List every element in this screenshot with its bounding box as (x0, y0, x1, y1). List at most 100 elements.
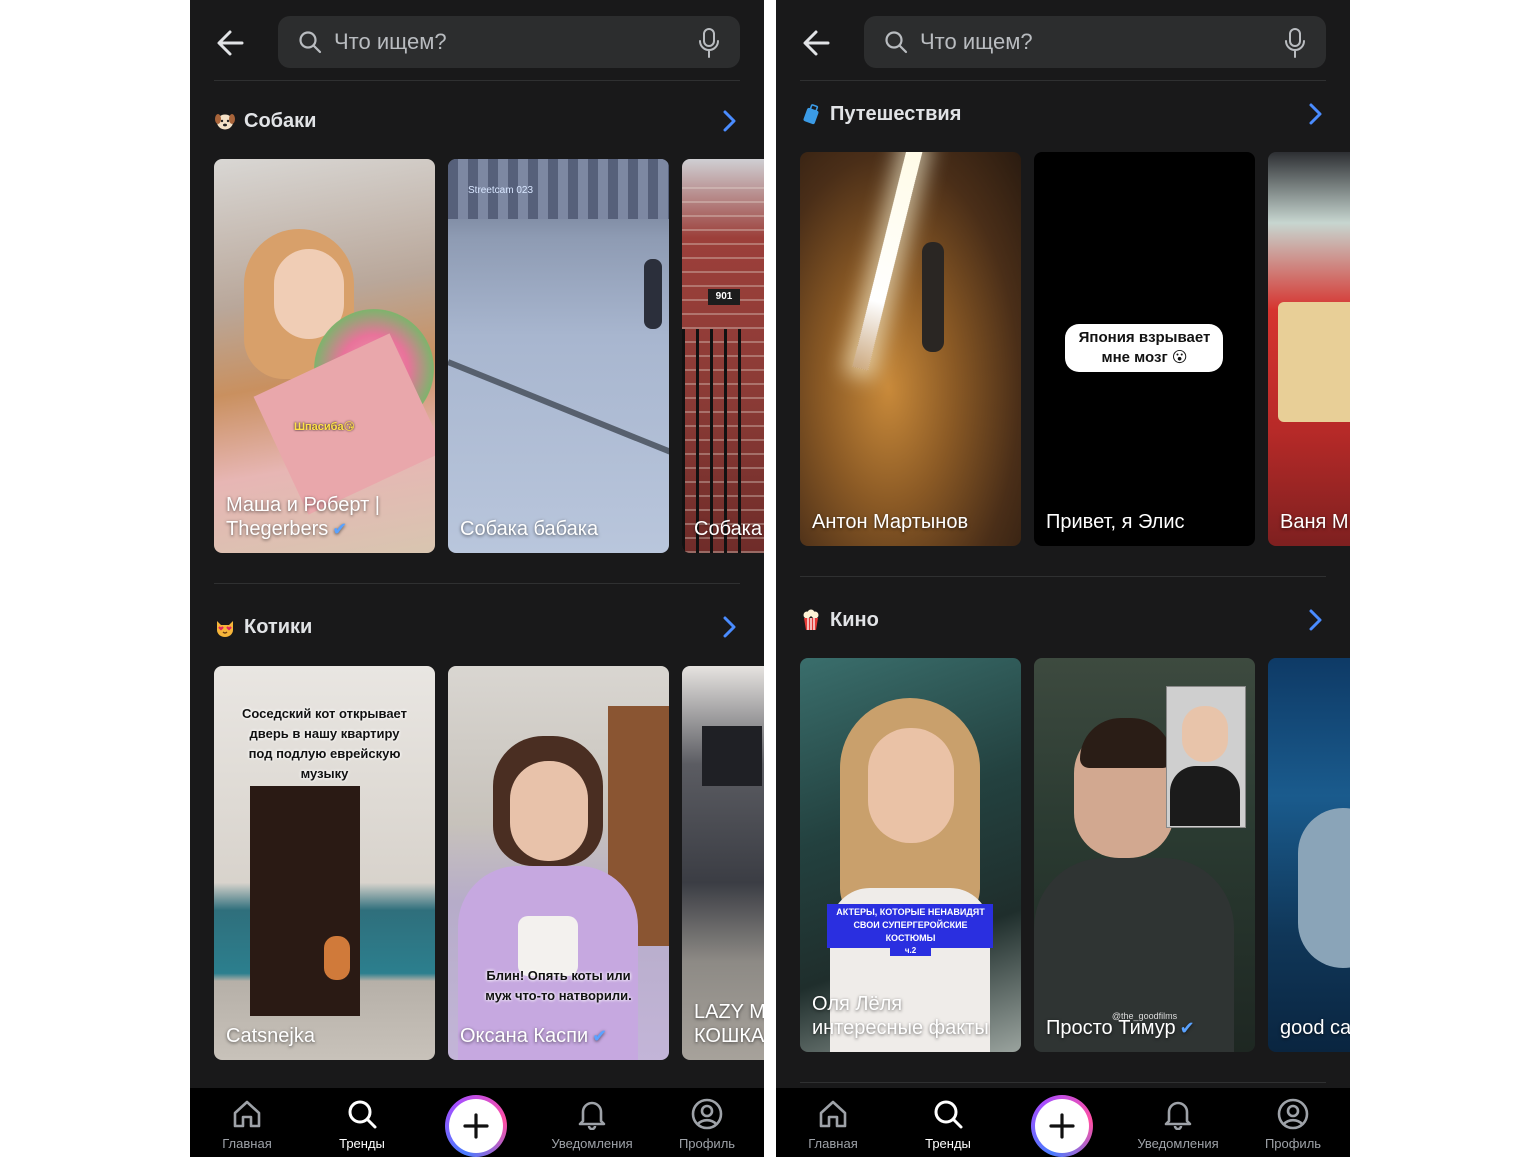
back-arrow-icon[interactable] (798, 24, 836, 62)
nav-label: Профиль (678, 1136, 736, 1151)
divider (800, 1082, 1326, 1083)
profile-icon (691, 1098, 723, 1130)
caption-text: Антон Мартынов (812, 511, 969, 533)
chevron-right-icon[interactable] (1308, 102, 1324, 126)
microphone-icon[interactable] (1284, 28, 1306, 58)
nav-profile[interactable]: Профиль (1243, 1088, 1343, 1157)
bell-icon (578, 1101, 606, 1130)
nav-home[interactable]: Главная (197, 1088, 297, 1157)
search-icon (299, 31, 322, 54)
nav-label: Главная (808, 1136, 858, 1151)
verified-icon: ✔ (1179, 1018, 1195, 1038)
nav-notifications[interactable]: Уведомления (542, 1088, 642, 1157)
video-caption: Маша и Роберт | Thegerbers ✔ (226, 493, 425, 541)
video-card[interactable]: Соседский кот открывает дверь в нашу ква… (214, 666, 435, 1060)
section-title: Котики (244, 615, 313, 638)
divider (800, 576, 1326, 577)
bell-icon (1164, 1101, 1192, 1130)
nav-notifications[interactable]: Уведомления (1128, 1088, 1228, 1157)
divider (214, 583, 740, 584)
video-caption: Просто Тимур ✔ (1046, 1016, 1245, 1040)
house-number: 901 (708, 289, 740, 305)
video-overlay-text: АКТЕРЫ, КОТОРЫЕ НЕНАВИДЯТ СВОИ СУПЕРГЕРО… (836, 907, 985, 943)
thumbnail-inset-face (1182, 706, 1228, 762)
video-caption: Собака бабака (460, 517, 659, 541)
dog-emoji-icon (214, 110, 236, 132)
nav-label: Уведомления (1137, 1136, 1219, 1151)
video-card[interactable]: Блин! Опять коты или муж что-то натворил… (448, 666, 669, 1060)
video-row-dogs: Шпасиба😘 Маша и Роберт | Thegerbers ✔ Str… (214, 159, 764, 553)
back-arrow-icon[interactable] (212, 24, 250, 62)
caption-text: Оксана Каспи (460, 1025, 589, 1047)
section-title: Кино (830, 608, 879, 631)
section-header-cats[interactable]: Котики (214, 612, 312, 642)
thumbnail-person (644, 259, 662, 329)
video-caption: Антон Мартынов (812, 510, 1011, 534)
caption-text: Маша и Роберт | Thegerbers (226, 494, 380, 540)
nav-trends[interactable]: Тренды (898, 1088, 998, 1157)
cat-emoji-icon (214, 616, 236, 638)
video-card[interactable]: 901 Собака (682, 159, 764, 553)
nav-label: Главная (222, 1136, 272, 1151)
caption-text: good ca (1280, 1017, 1350, 1039)
create-button[interactable] (1031, 1095, 1093, 1157)
video-card[interactable]: Ваня М (1268, 152, 1350, 546)
chevron-right-icon[interactable] (1308, 608, 1324, 632)
video-caption: Ваня М (1280, 510, 1350, 534)
nav-label: Уведомления (551, 1136, 633, 1151)
profile-icon (1277, 1098, 1309, 1130)
home-icon (819, 1100, 847, 1128)
nav-label: Тренды (925, 1136, 971, 1151)
nav-label: Тренды (339, 1136, 385, 1151)
search-placeholder: Что ищем? (334, 29, 447, 54)
thumbnail-inset-shirt (1170, 766, 1240, 826)
video-row-cinema: АКТЕРЫ, КОТОРЫЕ НЕНАВИДЯТ СВОИ СУПЕРГЕРО… (800, 658, 1350, 1052)
nav-home[interactable]: Главная (783, 1088, 883, 1157)
caption-text: Оля Лёля интересные факты (812, 993, 989, 1039)
video-caption: Оля Лёля интересные факты (812, 992, 1011, 1040)
thumbnail-edge (448, 359, 669, 463)
divider (800, 80, 1326, 81)
video-card[interactable]: Япония взрывает мне мозг 😮 Привет, я Эли… (1034, 152, 1255, 546)
thumbnail-hair (1080, 718, 1172, 768)
nav-trends[interactable]: Тренды (312, 1088, 412, 1157)
search-icon (885, 31, 908, 54)
thumbnail-face (510, 761, 588, 861)
video-overlay-text: Streetcam 023 (468, 185, 534, 196)
chevron-right-icon[interactable] (722, 109, 738, 133)
video-card[interactable]: LAZY M КОШКА (682, 666, 764, 1060)
chevron-right-icon[interactable] (722, 615, 738, 639)
caption-text: LAZY M КОШКА (694, 1001, 764, 1047)
search-field[interactable]: Что ищем? (278, 16, 740, 68)
video-row-travel: Антон Мартынов Япония взрывает мне мозг … (800, 152, 1350, 546)
video-card[interactable]: АКТЕРЫ, КОТОРЫЕ НЕНАВИДЯТ СВОИ СУПЕРГЕРО… (800, 658, 1021, 1052)
video-caption: Catsnejka (226, 1024, 425, 1048)
video-card[interactable]: @the_goodfilms Просто Тимур ✔ (1034, 658, 1255, 1052)
thumbnail-cat (324, 936, 350, 980)
video-card[interactable]: Streetcam 023 Собака бабака (448, 159, 669, 553)
bottom-navigation: Главная Тренды Уведомления Профиль (190, 1088, 764, 1157)
section-header-cinema[interactable]: Кино (800, 605, 879, 635)
video-caption: good ca (1280, 1016, 1350, 1040)
search-field[interactable]: Что ищем? (864, 16, 1326, 68)
section-header-dogs[interactable]: Собаки (214, 106, 316, 136)
plus-icon (463, 1113, 489, 1139)
video-card[interactable]: Шпасиба😘 Маша и Роберт | Thegerbers ✔ (214, 159, 435, 553)
thumbnail-food (1278, 302, 1350, 422)
home-icon (233, 1100, 261, 1128)
video-overlay-text: Япония взрывает мне мозг 😮 (1078, 329, 1211, 366)
create-button[interactable] (445, 1095, 507, 1157)
caption-text: Собака (694, 518, 762, 540)
microphone-icon[interactable] (698, 28, 720, 58)
video-card[interactable]: good ca (1268, 658, 1350, 1052)
video-card[interactable]: Антон Мартынов (800, 152, 1021, 546)
section-title: Собаки (244, 109, 317, 132)
search-icon (934, 1100, 963, 1129)
video-caption: Оксана Каспи ✔ (460, 1024, 659, 1048)
nav-profile[interactable]: Профиль (657, 1088, 757, 1157)
section-title: Путешествия (830, 102, 962, 125)
video-caption: LAZY M КОШКА (694, 1000, 764, 1048)
top-bar: Что ищем? (776, 0, 1350, 80)
divider (214, 80, 740, 81)
section-header-travel[interactable]: Путешествия (800, 99, 961, 129)
